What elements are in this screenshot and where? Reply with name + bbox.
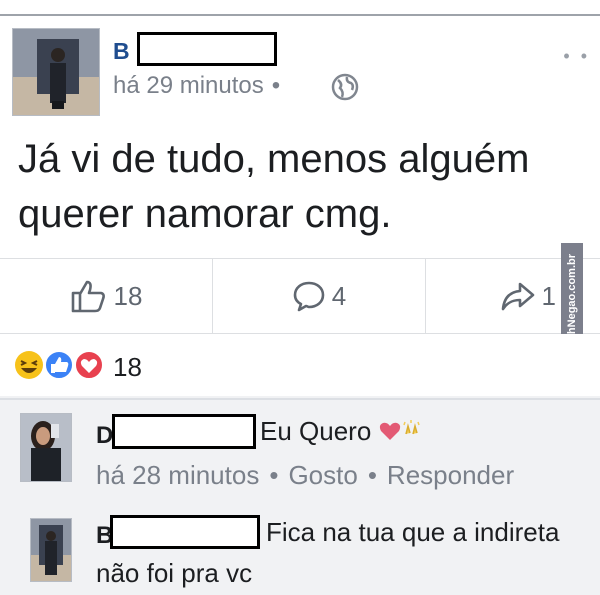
like-count: 18 — [113, 280, 143, 311]
share-icon — [501, 282, 534, 311]
love-reaction-icon — [74, 350, 104, 380]
redacted-name-box — [112, 414, 256, 449]
reaction-icons — [15, 350, 104, 380]
raised-hands-emoji-icon — [402, 420, 420, 435]
post-actions-bar: 18 4 1 — [0, 258, 600, 334]
comment-2-avatar[interactable] — [30, 518, 72, 582]
comment-1-time[interactable]: há 28 minutos — [96, 460, 259, 490]
top-edge — [0, 0, 600, 16]
comment-count: 4 — [331, 280, 347, 311]
comment-icon — [293, 281, 325, 312]
post-text: Já vi de tudo, menos alguém querer namor… — [18, 132, 578, 242]
redacted-name-box — [110, 515, 260, 549]
comment-1-avatar[interactable] — [20, 413, 72, 482]
comment-1-text-content: Eu Quero — [260, 416, 372, 446]
globe-icon — [331, 73, 359, 101]
share-count: 1 — [541, 280, 556, 311]
reactions-summary[interactable]: 18 — [0, 334, 600, 396]
meta-separator: • — [271, 72, 281, 99]
post-author-name[interactable]: B — [113, 38, 130, 65]
thumbs-up-icon — [71, 280, 105, 313]
comment-button[interactable]: 4 — [212, 259, 426, 333]
comment-like-link[interactable]: Gosto — [288, 460, 357, 490]
comment-1-text: Eu Quero — [260, 414, 423, 448]
reaction-count: 18 — [113, 352, 142, 382]
comment-1-meta: há 28 minutos • Gosto • Responder — [96, 460, 514, 491]
like-button[interactable]: 18 — [0, 259, 212, 333]
comment-reply-link[interactable]: Responder — [387, 460, 514, 490]
like-reaction-icon — [44, 350, 74, 380]
meta-separator: • — [367, 460, 377, 490]
comment-1-author[interactable]: D — [96, 422, 113, 450]
post-text-line-1: Já vi de tudo, menos alguém — [18, 137, 530, 181]
post-time[interactable]: há 29 minutos — [113, 72, 264, 99]
comments-separator — [0, 398, 600, 400]
post-meta: há 29 minutos • — [113, 72, 288, 100]
haha-reaction-icon — [15, 351, 43, 379]
comment-2-text-line-1: Fica na tua que a indireta — [266, 517, 560, 547]
meta-separator: • — [269, 460, 279, 490]
comment-2-text-line-2: não foi pra vc — [96, 558, 253, 588]
redacted-name-box — [137, 32, 277, 66]
post-options-button[interactable]: • • — [563, 46, 590, 67]
heart-emoji-icon — [379, 420, 420, 440]
post-text-line-2: querer namorar cmg. — [18, 192, 392, 236]
post-author-avatar[interactable] — [12, 28, 100, 116]
